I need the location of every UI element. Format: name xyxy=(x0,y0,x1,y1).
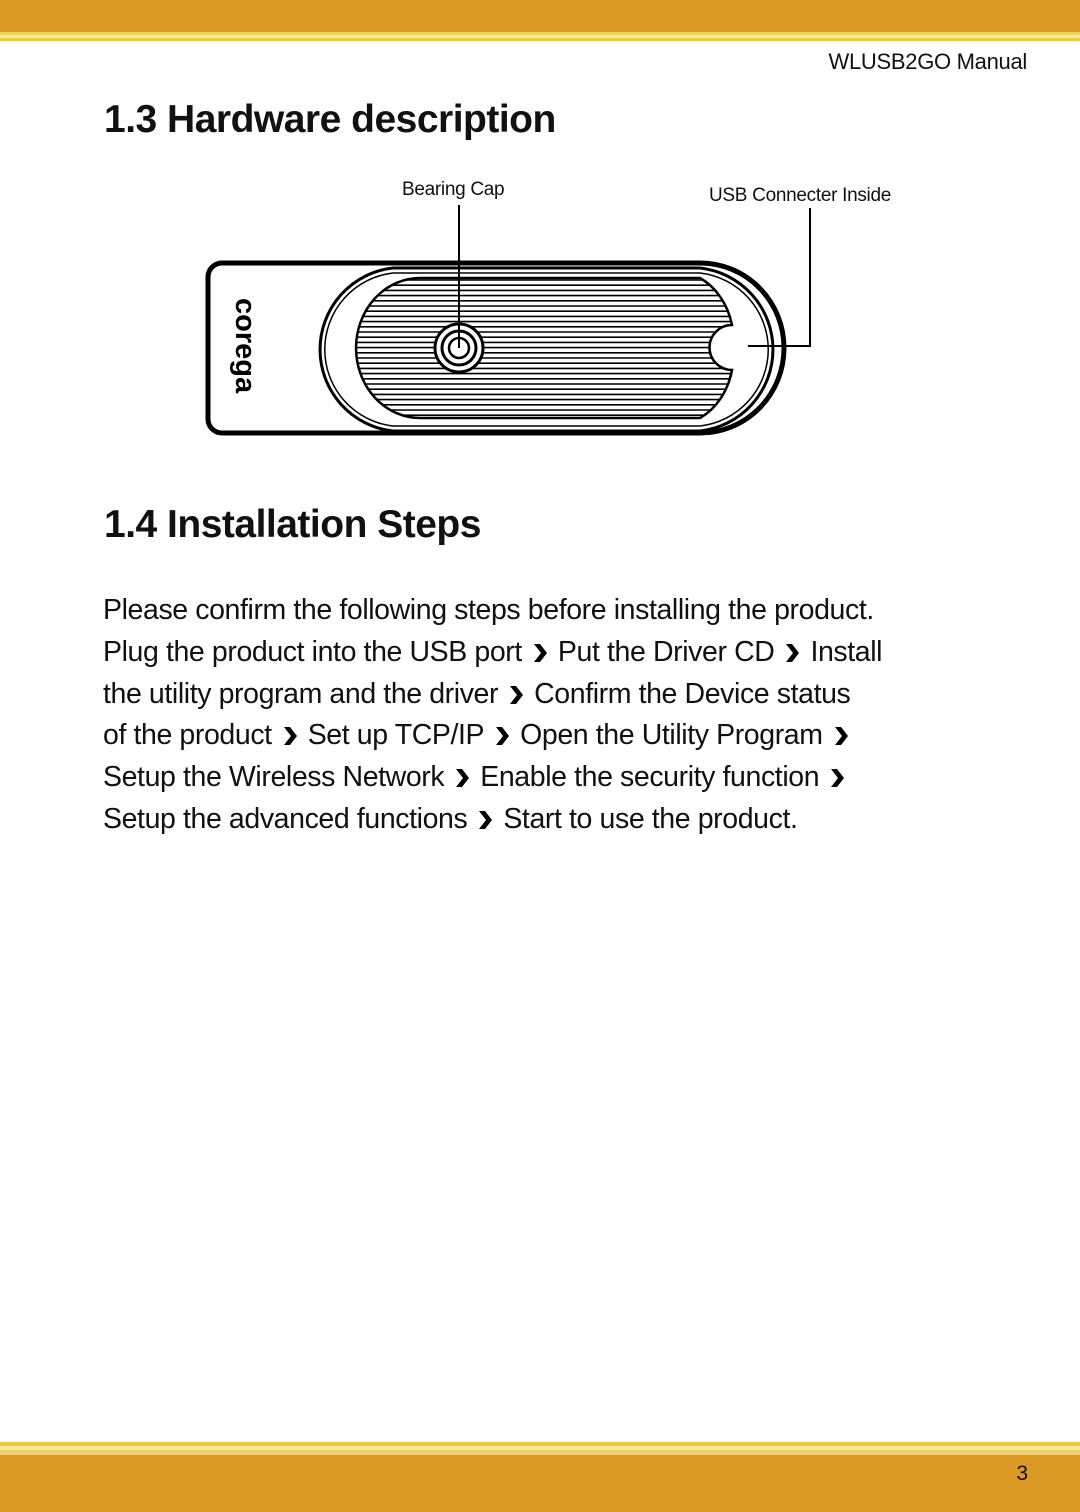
chevron-right-icon xyxy=(475,801,495,829)
text-line: Please confirm the following steps befor… xyxy=(103,590,882,632)
usb-device-illustration: corega xyxy=(205,205,811,436)
step-text: Enable the security function xyxy=(480,761,820,794)
chevron-right-icon xyxy=(530,634,550,662)
step-text: Start to use the product. xyxy=(503,802,798,835)
text-line: of the product Set up TCP/IP Open the Util… xyxy=(103,715,882,757)
text-line: Setup the Wireless Network Enable the sec… xyxy=(103,757,882,799)
step-text: Please confirm the following steps befor… xyxy=(103,594,874,626)
installation-heading: 1.4 Installation Steps xyxy=(104,503,481,546)
step-text: of the product xyxy=(103,719,272,752)
step-text: Plug the product into the USB port xyxy=(103,635,522,668)
chevron-right-icon xyxy=(280,717,300,746)
chevron-right-icon xyxy=(831,717,851,746)
chevron-right-icon xyxy=(827,759,847,788)
page-number: 3 xyxy=(1016,1462,1028,1485)
footer-band xyxy=(0,1455,1080,1512)
step-text: the utility program and the driver xyxy=(103,677,499,710)
text-line: the utility program and the driver Confir… xyxy=(103,674,882,716)
step-text: Set up TCP/IP xyxy=(307,719,485,752)
step-text: Open the Utility Program xyxy=(520,719,823,752)
chevron-right-icon xyxy=(506,676,526,704)
installation-steps-text: Please confirm the following steps befor… xyxy=(103,590,882,841)
text-line: Setup the advanced functions Start to use… xyxy=(103,799,882,841)
chevron-right-icon xyxy=(492,717,512,746)
step-text: Put the Driver CD xyxy=(557,635,775,668)
step-text: Confirm the Device status xyxy=(534,677,851,710)
chevron-right-icon xyxy=(782,634,802,662)
text-line: Plug the product into the USB port Put th… xyxy=(103,632,882,674)
step-text: Install xyxy=(810,635,883,668)
chevron-right-icon xyxy=(452,759,472,788)
step-text: Setup the Wireless Network xyxy=(103,761,445,794)
step-text: Setup the advanced functions xyxy=(103,802,468,835)
corega-logo: corega xyxy=(229,298,261,394)
